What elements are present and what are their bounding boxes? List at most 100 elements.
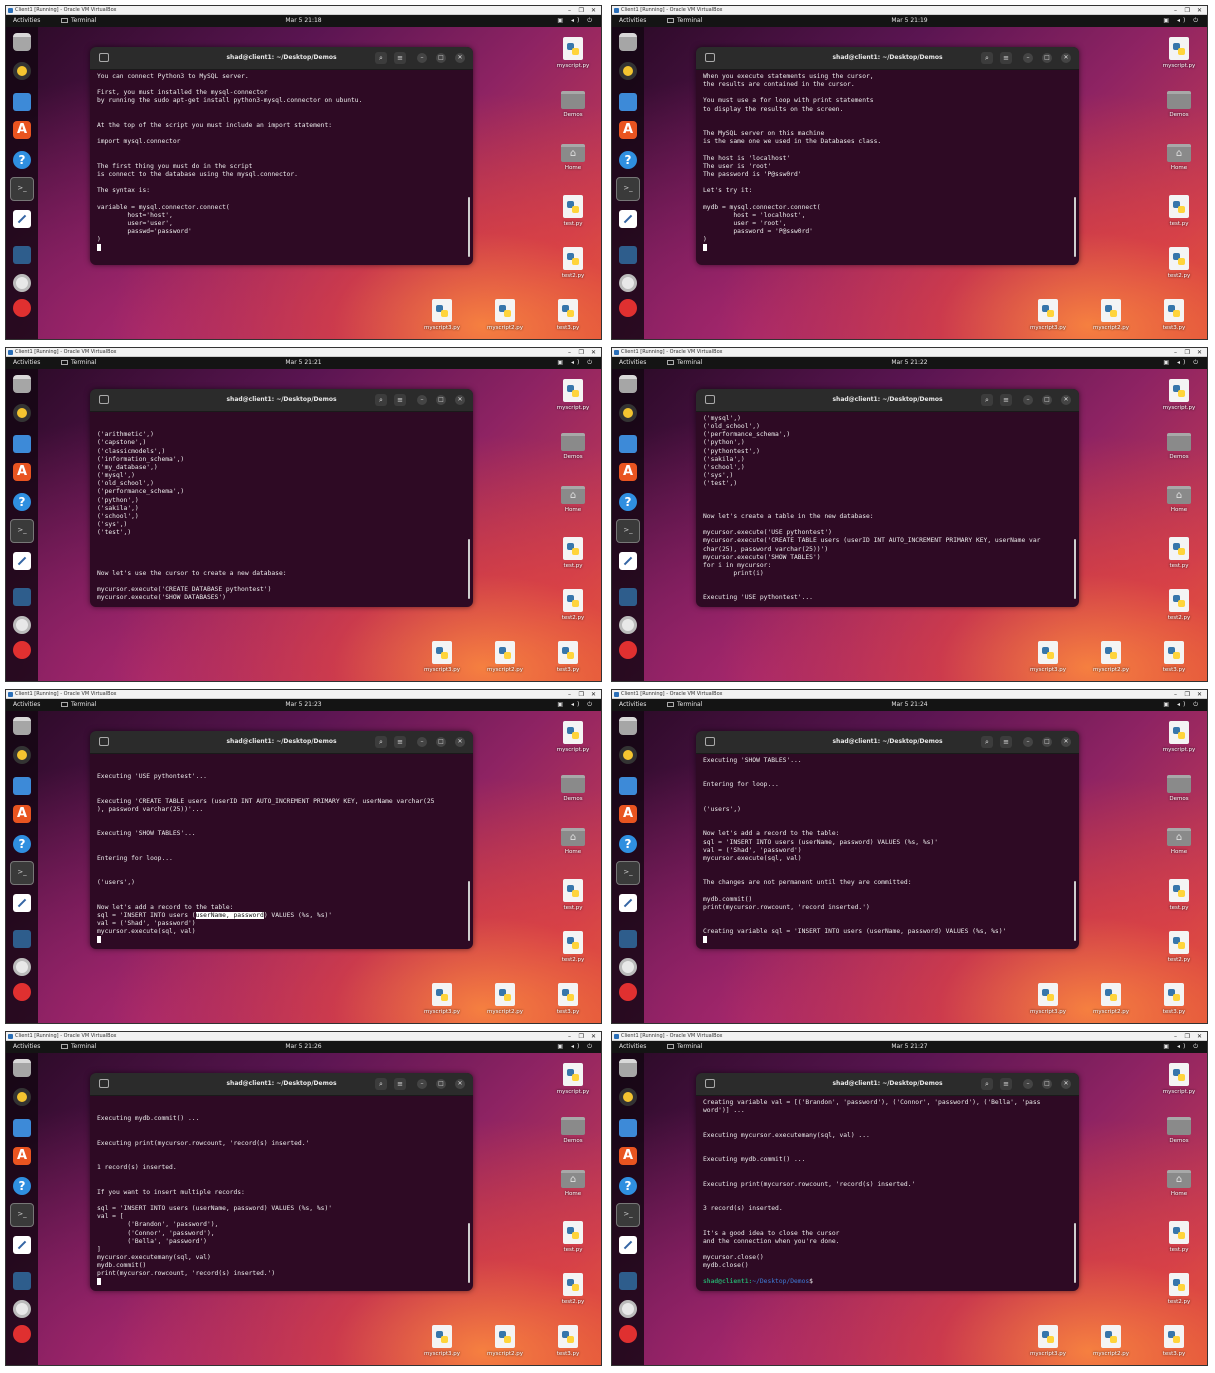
workbench-icon[interactable] [13, 588, 31, 606]
menu-icon[interactable]: ≡ [1000, 394, 1012, 406]
workbench-icon[interactable] [619, 1272, 637, 1290]
system-tray[interactable]: ▣ ◂) ⏻ [557, 699, 595, 711]
app-center-icon[interactable]: A [13, 121, 31, 139]
writer-icon[interactable] [619, 777, 637, 795]
desktop-icon-myscript-py[interactable]: myscript.py [1153, 721, 1205, 753]
desktop-icon-myscript3-py[interactable]: myscript3.py [416, 983, 468, 1015]
clock[interactable]: Mar 5 21:18 [6, 15, 601, 27]
vm-restore-button[interactable]: ❐ [579, 690, 584, 699]
writer-icon[interactable] [13, 1119, 31, 1137]
terminal-scrollbar[interactable] [468, 1223, 470, 1283]
clock[interactable]: Mar 5 21:19 [612, 15, 1207, 27]
desktop-icon-test2-py[interactable]: test2.py [1153, 589, 1205, 621]
rhythmbox-icon[interactable] [619, 404, 637, 422]
terminal-window[interactable]: shad@client1: ~/Desktop/Demos ⌕ ≡ – □ ✕ … [90, 389, 473, 607]
terminal-icon[interactable]: >_ [10, 1203, 34, 1227]
vm-minimize-button[interactable]: – [568, 690, 571, 699]
desktop-icon-demos[interactable]: Demos [547, 775, 599, 802]
writer-icon[interactable] [13, 777, 31, 795]
text-editor-icon[interactable] [619, 1236, 637, 1254]
desktop-icon-test2-py[interactable]: test2.py [1153, 1273, 1205, 1305]
system-tray[interactable]: ▣ ◂) ⏻ [1163, 357, 1201, 369]
desktop-icon-demos[interactable]: Demos [1153, 433, 1205, 460]
rhythmbox-icon[interactable] [619, 1088, 637, 1106]
desktop-icon-test-py[interactable]: test.py [547, 195, 599, 227]
terminal-output[interactable]: You can connect Python3 to MySQL server.… [97, 73, 463, 261]
search-icon[interactable]: ⌕ [981, 736, 993, 748]
search-icon[interactable]: ⌕ [375, 394, 387, 406]
minimize-icon[interactable]: – [1023, 395, 1033, 405]
vm-restore-button[interactable]: ❐ [1185, 690, 1190, 699]
maximize-icon[interactable]: □ [1042, 395, 1052, 405]
vm-restore-button[interactable]: ❐ [1185, 6, 1190, 15]
terminal-headerbar[interactable]: shad@client1: ~/Desktop/Demos ⌕ ≡ – □ ✕ [90, 1073, 473, 1096]
workbench-icon[interactable] [13, 930, 31, 948]
disc-icon[interactable] [619, 1300, 637, 1318]
terminal-scrollbar[interactable] [468, 197, 470, 257]
vm-restore-button[interactable]: ❐ [1185, 348, 1190, 357]
desktop-icon-myscript3-py[interactable]: myscript3.py [1022, 1325, 1074, 1357]
terminal-headerbar[interactable]: shad@client1: ~/Desktop/Demos ⌕ ≡ – □ ✕ [90, 389, 473, 412]
desktop-icon-myscript2-py[interactable]: myscript2.py [1085, 641, 1137, 673]
disc-icon[interactable] [619, 274, 637, 292]
vm-minimize-button[interactable]: – [568, 6, 571, 15]
terminal-icon[interactable]: >_ [10, 177, 34, 201]
vm-minimize-button[interactable]: – [1174, 690, 1177, 699]
text-editor-icon[interactable] [13, 210, 31, 228]
search-icon[interactable]: ⌕ [981, 52, 993, 64]
trash-icon[interactable] [13, 299, 31, 317]
files-icon[interactable] [619, 717, 637, 735]
desktop-icon-test3-py[interactable]: test3.py [542, 641, 594, 673]
terminal-output[interactable]: When you execute statements using the cu… [703, 73, 1069, 261]
close-icon[interactable]: ✕ [1061, 53, 1071, 63]
vm-minimize-button[interactable]: – [568, 348, 571, 357]
close-icon[interactable]: ✕ [455, 737, 465, 747]
disc-icon[interactable] [13, 1300, 31, 1318]
desktop-icon-myscript2-py[interactable]: myscript2.py [1085, 299, 1137, 331]
terminal-window[interactable]: shad@client1: ~/Desktop/Demos ⌕ ≡ – □ ✕ … [696, 731, 1079, 949]
maximize-icon[interactable]: □ [1042, 53, 1052, 63]
trash-icon[interactable] [13, 641, 31, 659]
vm-restore-button[interactable]: ❐ [1185, 1032, 1190, 1041]
terminal-output[interactable]: Executing mydb.commit() ... Executing pr… [97, 1099, 463, 1287]
help-icon[interactable]: ? [619, 151, 637, 169]
desktop-icon-test2-py[interactable]: test2.py [1153, 247, 1205, 279]
terminal-headerbar[interactable]: shad@client1: ~/Desktop/Demos ⌕ ≡ – □ ✕ [90, 731, 473, 754]
search-icon[interactable]: ⌕ [981, 1078, 993, 1090]
vm-close-button[interactable]: ✕ [1197, 6, 1202, 15]
vm-minimize-button[interactable]: – [568, 1032, 571, 1041]
vm-close-button[interactable]: ✕ [591, 6, 596, 15]
desktop-icon-home[interactable]: Home [1153, 486, 1205, 513]
desktop-icon-myscript3-py[interactable]: myscript3.py [416, 299, 468, 331]
close-icon[interactable]: ✕ [1061, 737, 1071, 747]
trash-icon[interactable] [619, 641, 637, 659]
files-icon[interactable] [13, 717, 31, 735]
writer-icon[interactable] [619, 93, 637, 111]
maximize-icon[interactable]: □ [436, 53, 446, 63]
terminal-scrollbar[interactable] [1074, 881, 1076, 941]
files-icon[interactable] [13, 375, 31, 393]
app-center-icon[interactable]: A [13, 1147, 31, 1165]
desktop-icon-home[interactable]: Home [1153, 828, 1205, 855]
vm-close-button[interactable]: ✕ [591, 1032, 596, 1041]
desktop-icon-myscript-py[interactable]: myscript.py [547, 37, 599, 69]
terminal-window[interactable]: shad@client1: ~/Desktop/Demos ⌕ ≡ – □ ✕ … [696, 389, 1079, 607]
rhythmbox-icon[interactable] [13, 746, 31, 764]
terminal-headerbar[interactable]: shad@client1: ~/Desktop/Demos ⌕ ≡ – □ ✕ [696, 731, 1079, 754]
desktop-icon-demos[interactable]: Demos [547, 91, 599, 118]
terminal-output[interactable]: Executing 'USE pythontest'... Executing … [97, 757, 463, 945]
help-icon[interactable]: ? [13, 1177, 31, 1195]
desktop-icon-myscript3-py[interactable]: myscript3.py [1022, 983, 1074, 1015]
desktop-icon-demos[interactable]: Demos [547, 1117, 599, 1144]
trash-icon[interactable] [619, 1325, 637, 1343]
system-tray[interactable]: ▣ ◂) ⏻ [1163, 1041, 1201, 1053]
minimize-icon[interactable]: – [417, 395, 427, 405]
desktop-icon-test-py[interactable]: test.py [1153, 537, 1205, 569]
help-icon[interactable]: ? [619, 493, 637, 511]
close-icon[interactable]: ✕ [1061, 395, 1071, 405]
desktop-icon-myscript-py[interactable]: myscript.py [1153, 1063, 1205, 1095]
desktop-icon-test-py[interactable]: test.py [547, 1221, 599, 1253]
maximize-icon[interactable]: □ [1042, 737, 1052, 747]
desktop-icon-test3-py[interactable]: test3.py [1148, 299, 1200, 331]
terminal-icon[interactable]: >_ [616, 861, 640, 885]
